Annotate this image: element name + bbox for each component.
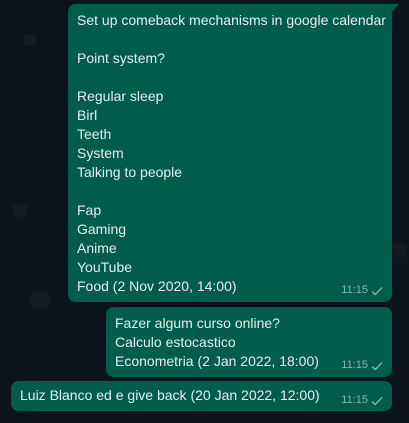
message-line: [77, 68, 383, 87]
message-line: System: [77, 145, 124, 161]
message-meta: 11:15: [341, 359, 383, 372]
message-bubble[interactable]: Fazer algum curso online? Calculo estoca…: [106, 307, 392, 377]
message-line: Gaming: [77, 221, 127, 237]
message-line: Fazer algum curso online?: [115, 315, 280, 331]
message-time: 11:15: [341, 359, 368, 371]
sent-check-icon: [371, 396, 383, 405]
message-line: Anime: [77, 240, 117, 256]
message-line: [77, 182, 383, 201]
message-meta: 11:15: [341, 394, 383, 407]
message-line: Point system?: [77, 50, 165, 66]
message-bubble[interactable]: Luiz Blanco ed e give back (20 Jan 2022,…: [11, 381, 392, 411]
sent-check-icon: [371, 361, 383, 370]
message-line: Birl: [77, 107, 98, 123]
message-meta: 11:15: [341, 284, 383, 297]
message-line: Teeth: [77, 126, 112, 142]
message-line: Food (2 Nov 2020, 14:00): [77, 278, 237, 294]
message-line: Luiz Blanco ed e give back (20 Jan 2022,…: [20, 387, 320, 403]
chat-panel: Set up comeback mechanisms in google cal…: [0, 0, 409, 423]
message-time: 11:15: [341, 284, 368, 296]
message-line: Set up comeback mechanisms in google cal…: [77, 12, 386, 28]
message-line: Calculo estocastico: [115, 334, 236, 350]
message-time: 11:15: [341, 394, 368, 406]
message-line: YouTube: [77, 259, 133, 275]
message-line: Talking to people: [77, 164, 183, 180]
message-bubble[interactable]: Set up comeback mechanisms in google cal…: [68, 4, 399, 302]
bubble-tail: [391, 4, 399, 13]
message-line: Fap: [77, 202, 102, 218]
sent-check-icon: [371, 286, 383, 295]
message-line: [77, 30, 383, 49]
message-line: Regular sleep: [77, 88, 164, 104]
